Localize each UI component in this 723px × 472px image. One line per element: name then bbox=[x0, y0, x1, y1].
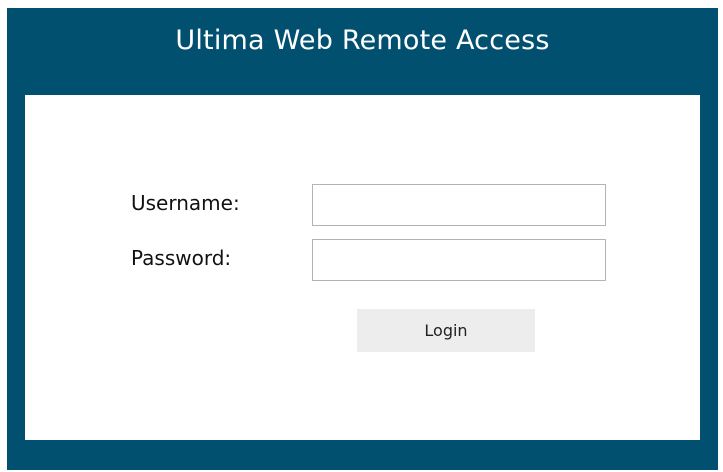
login-button[interactable]: Login bbox=[357, 309, 535, 352]
login-frame: Ultima Web Remote Access Username: Passw… bbox=[7, 8, 718, 470]
login-panel: Username: Password: Login bbox=[25, 95, 700, 440]
username-label: Username: bbox=[131, 191, 240, 215]
page-title: Ultima Web Remote Access bbox=[175, 25, 550, 56]
username-field[interactable] bbox=[312, 184, 606, 226]
password-field[interactable] bbox=[312, 239, 606, 281]
password-label: Password: bbox=[131, 246, 232, 270]
